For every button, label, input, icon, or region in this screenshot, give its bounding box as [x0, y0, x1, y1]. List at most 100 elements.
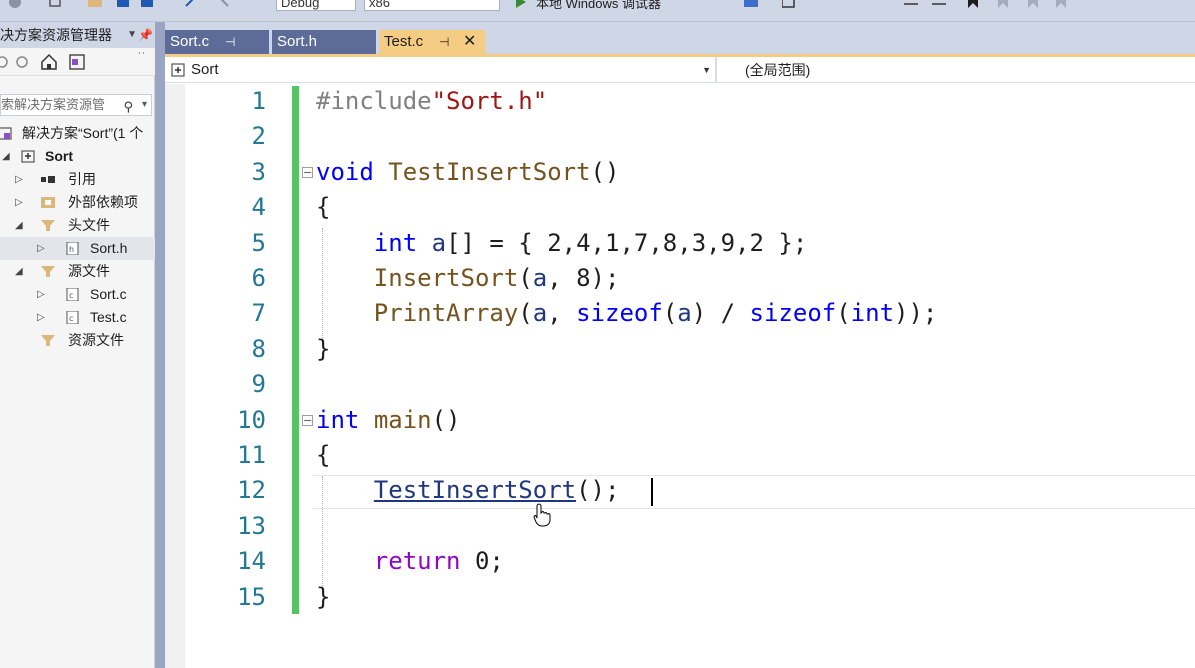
tab-test-c[interactable]: Test.c ⊣ ✕ [379, 30, 485, 54]
tree-item-resource-files[interactable]: 资源文件 [0, 329, 155, 352]
line-number: 4 [251, 193, 266, 221]
code-line[interactable]: { [316, 441, 330, 469]
tree-item-source-files[interactable]: ◢ 源文件 [0, 260, 155, 283]
expanded-arrow-icon[interactable]: ◢ [15, 260, 23, 283]
switch-views-icon[interactable] [68, 53, 86, 71]
play-icon[interactable] [514, 0, 528, 8]
code-line[interactable]: } [316, 583, 330, 611]
panel-splitter[interactable] [155, 22, 165, 668]
chevron-down-icon[interactable]: ▼ [127, 22, 137, 48]
code-line[interactable]: #include"Sort.h" [316, 87, 547, 115]
home-icon[interactable] [40, 53, 58, 71]
tree-item-external-deps[interactable]: ▷ 外部依赖项 [0, 191, 155, 214]
tree-item-label: 源文件 [68, 263, 110, 279]
tree-item-label: Sort.c [90, 286, 127, 302]
back-icon[interactable] [0, 56, 8, 68]
open-folder-icon[interactable] [88, 0, 102, 8]
expanded-arrow-icon[interactable]: ◢ [2, 145, 10, 168]
start-debugging-button[interactable]: 本地 Windows 调试器 [536, 0, 661, 11]
pin-icon[interactable]: ⊣ [439, 30, 449, 54]
line-number: 13 [237, 512, 266, 540]
solution-explorer-title-bar: 决方案资源管理器 ▼ 📌 [0, 22, 155, 48]
line-number: 1 [251, 87, 266, 115]
change-tracking-bar [292, 86, 299, 614]
tree-item-references[interactable]: ▷ 引用 [0, 168, 155, 191]
collapsed-arrow-icon[interactable]: ▷ [15, 191, 23, 214]
tree-item-sort-c[interactable]: ▷ c Sort.c [0, 283, 155, 306]
solution-explorer: 决方案资源管理器 ▼ 📌 ˙˙ 索解决方案资源管 ⚲ ▾ 解决方案“Sort”(… [0, 22, 155, 668]
clear-bookmarks-icon[interactable] [1054, 0, 1068, 8]
collapse-icon[interactable]: − [302, 167, 313, 178]
comment-icon[interactable] [782, 0, 796, 8]
line-number: 12 [237, 476, 266, 504]
ide-window: Debug x86 本地 Windows 调试器 决方案资源管理器 ▼ 📌 ˙˙… [0, 0, 1195, 668]
bookmark-icon[interactable] [966, 0, 980, 8]
platform-value: x86 [369, 0, 390, 10]
outdent-icon[interactable] [932, 0, 946, 8]
tree-item-label: 引用 [68, 171, 96, 187]
close-icon[interactable]: ✕ [463, 30, 476, 54]
solution-explorer-title: 决方案资源管理器 [0, 27, 112, 43]
collapsed-arrow-icon[interactable]: ▷ [37, 306, 45, 329]
save-all-icon[interactable] [140, 0, 154, 8]
tab-sort-h[interactable]: Sort.h [272, 30, 376, 54]
new-item-icon[interactable] [48, 0, 62, 8]
indent-icon[interactable] [904, 0, 918, 8]
tree-item-test-c[interactable]: ▷ c Test.c [0, 306, 155, 329]
code-line[interactable]: { [316, 193, 330, 221]
prev-bookmark-icon[interactable] [996, 0, 1010, 8]
tree-item-header-files[interactable]: ◢ 头文件 [0, 214, 155, 237]
collapsed-arrow-icon[interactable]: ▷ [37, 283, 45, 306]
filter-folder-icon [41, 220, 55, 231]
collapse-icon[interactable]: − [302, 415, 313, 426]
svg-text:c: c [69, 314, 73, 323]
code-line[interactable]: int main() [316, 406, 461, 434]
find-icon[interactable] [744, 0, 758, 8]
chevron-down-icon[interactable]: ▾ [142, 95, 147, 115]
tree-item-project[interactable]: ◢ Sort [0, 145, 155, 168]
hand-cursor-icon [533, 503, 551, 527]
save-icon[interactable] [116, 0, 130, 8]
pin-icon[interactable]: ⊣ [225, 30, 235, 54]
redo-icon[interactable] [216, 0, 230, 8]
code-line[interactable]: int a[] = { 2,4,1,7,8,3,9,2 }; [316, 229, 808, 257]
code-line[interactable]: InsertSort(a, 8); [316, 264, 620, 292]
collapsed-arrow-icon[interactable]: ▷ [15, 168, 23, 191]
tab-sort-c[interactable]: Sort.c ⊣ [165, 30, 269, 54]
solution-explorer-search[interactable]: 索解决方案资源管 ⚲ ▾ [0, 94, 152, 116]
more-options-icon[interactable]: ˙˙ [138, 50, 146, 64]
project-scope-dropdown[interactable]: Sort ▼ [167, 60, 715, 80]
line-number: 10 [237, 406, 266, 434]
solution-icon [0, 127, 12, 140]
tree-item-sort-h[interactable]: ▷ h Sort.h [0, 237, 155, 260]
tree-item-solution[interactable]: 解决方案“Sort”(1 个 [0, 122, 155, 145]
member-scope-value: (全局范围) [745, 62, 811, 78]
member-scope-dropdown[interactable]: (全局范围) [745, 60, 810, 80]
line-number: 5 [251, 229, 266, 257]
undo-icon[interactable] [184, 0, 198, 8]
collapsed-arrow-icon[interactable]: ▷ [37, 237, 45, 260]
tab-label: Test.c [384, 33, 424, 50]
tree-item-label: 外部依赖项 [68, 194, 138, 210]
line-number: 15 [237, 583, 266, 611]
forward-icon[interactable] [16, 56, 28, 68]
line-number: 11 [237, 441, 266, 469]
c-file-icon: c [66, 288, 79, 301]
pin-icon[interactable]: 📌 [138, 22, 153, 48]
code-line[interactable]: TestInsertSort(); [316, 476, 620, 504]
code-line[interactable]: } [316, 335, 330, 363]
expanded-arrow-icon[interactable]: ◢ [15, 214, 23, 237]
filter-folder-icon [41, 266, 55, 277]
configuration-select[interactable]: Debug [276, 0, 356, 11]
filter-folder-icon [41, 335, 55, 346]
code-line[interactable]: void TestInsertSort() [316, 158, 619, 186]
platform-select[interactable]: x86 [364, 0, 500, 11]
back-icon[interactable] [8, 0, 22, 8]
code-line[interactable]: return 0; [316, 547, 504, 575]
next-bookmark-icon[interactable] [1026, 0, 1040, 8]
code-line[interactable]: PrintArray(a, sizeof(a) / sizeof(int)); [316, 299, 938, 327]
tree-item-label: Sort.h [90, 240, 128, 256]
chevron-down-icon[interactable]: ▼ [702, 60, 711, 80]
line-number: 14 [237, 547, 266, 575]
svg-text:h: h [69, 245, 74, 254]
